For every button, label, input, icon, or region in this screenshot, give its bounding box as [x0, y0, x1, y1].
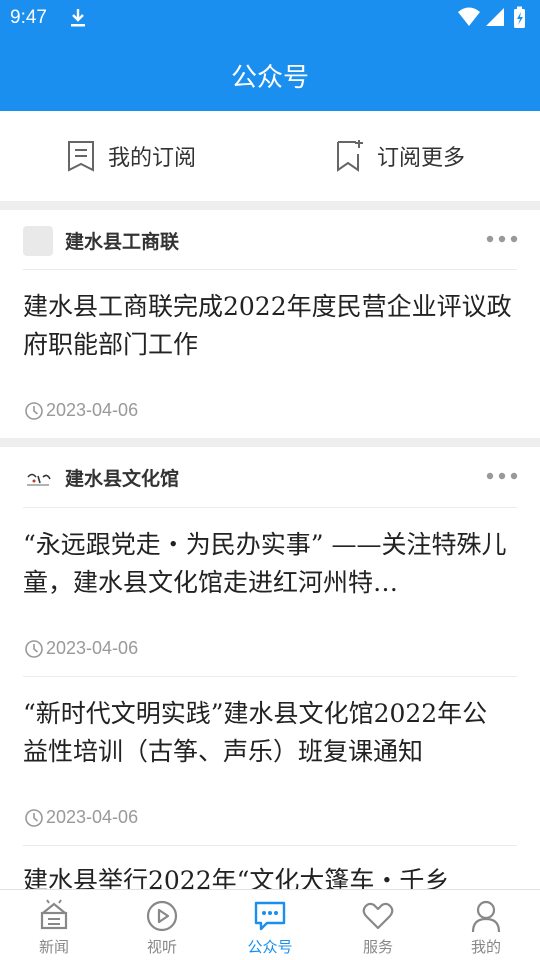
tab-official-accounts[interactable]: 公众号 — [216, 890, 324, 960]
page-title: 公众号 — [230, 63, 309, 93]
cellular-signal-icon — [486, 8, 504, 26]
account-logo — [23, 226, 53, 256]
article-title: 建水县工商联完成2022年度民营企业评议政府职能部门工作 — [23, 292, 512, 359]
bookmark-add-icon — [337, 140, 363, 172]
article-item[interactable]: “永远跟党走・为民办实事” ——关注特殊儿童，建水县文化馆走进红河州特… 202… — [0, 508, 540, 676]
tab-news-label: 新闻 — [38, 938, 69, 956]
section-gap — [0, 201, 540, 210]
article-date: 2023-04-06 — [24, 807, 138, 828]
status-time: 9:47 — [10, 7, 47, 28]
article-date: 2023-04-06 — [24, 400, 138, 421]
download-icon — [71, 9, 85, 27]
tab-profile-label: 我的 — [470, 938, 501, 956]
more-options-icon[interactable] — [486, 469, 518, 483]
article-title: 建水县举行2022年“文化大篷车・千乡 — [23, 866, 450, 889]
app-bar: 公众号 — [0, 36, 540, 111]
user-icon — [471, 900, 501, 933]
heart-icon — [362, 902, 394, 930]
wifi-icon — [458, 7, 480, 26]
news-icon — [40, 899, 68, 930]
article-date-text: 2023-04-06 — [46, 400, 139, 420]
article-date-text: 2023-04-06 — [46, 807, 139, 827]
account-header[interactable]: 建水县工商联 — [0, 210, 540, 270]
tab-media-label: 视听 — [146, 938, 177, 956]
clock-icon — [25, 401, 43, 420]
account-name: 建水县文化馆 — [65, 468, 180, 490]
account-logo — [23, 463, 53, 493]
article-item[interactable]: 建水县举行2022年“文化大篷车・千乡 — [0, 846, 540, 889]
clock-icon — [25, 808, 43, 827]
play-icon — [146, 900, 178, 932]
subscription-bar: 我的订阅 订阅更多 — [0, 111, 540, 201]
article-date: 2023-04-06 — [24, 638, 138, 659]
clock-icon — [25, 639, 43, 658]
article-title: “新时代文明实践”建水县文化馆2022年公益性培训（古筝、声乐）班复课通知 — [23, 699, 488, 766]
subscribe-more-button[interactable]: 订阅更多 — [335, 111, 465, 201]
my-subscriptions-button[interactable]: 我的订阅 — [66, 111, 196, 201]
account-header[interactable]: 建水县文化馆 — [0, 447, 540, 507]
subscription-list-icon — [68, 141, 94, 172]
article-item[interactable]: 建水县工商联完成2022年度民营企业评议政府职能部门工作 2023-04-06 — [0, 270, 540, 438]
battery-icon — [514, 6, 525, 28]
tab-services[interactable]: 服务 — [324, 890, 432, 960]
tab-profile[interactable]: 我的 — [432, 890, 540, 960]
tab-media[interactable]: 视听 — [108, 890, 216, 960]
bottom-tab-bar: 新闻 视听 公众号 服务 我的 — [0, 889, 540, 960]
account-card: 建水县文化馆 “永远跟党走・为民办实事” ——关注特殊儿童，建水县文化馆走进红河… — [0, 447, 540, 889]
my-subscriptions-label: 我的订阅 — [108, 146, 197, 171]
tab-official-accounts-label: 公众号 — [247, 938, 293, 956]
account-card: 建水县工商联 建水县工商联完成2022年度民营企业评议政府职能部门工作 2023… — [0, 210, 540, 438]
tab-news[interactable]: 新闻 — [0, 890, 108, 960]
account-name: 建水县工商联 — [65, 231, 180, 253]
chat-icon — [254, 901, 286, 931]
subscribe-more-label: 订阅更多 — [377, 146, 466, 171]
article-item[interactable]: “新时代文明实践”建水县文化馆2022年公益性培训（古筝、声乐）班复课通知 20… — [0, 677, 540, 845]
more-options-icon[interactable] — [486, 232, 518, 246]
section-gap — [0, 438, 540, 447]
article-date-text: 2023-04-06 — [46, 638, 139, 658]
status-bar: 9:47 — [0, 0, 540, 36]
system-status-icons — [458, 6, 525, 28]
tab-services-label: 服务 — [362, 938, 393, 956]
article-title: “永远跟党走・为民办实事” ——关注特殊儿童，建水县文化馆走进红河州特… — [23, 530, 507, 597]
